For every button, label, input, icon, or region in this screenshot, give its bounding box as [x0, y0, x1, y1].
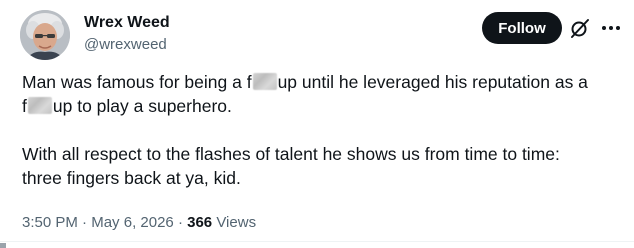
tweet-text: Man was famous for being a f up until he …	[22, 70, 622, 190]
meta-separator: ·	[173, 214, 188, 231]
follow-button[interactable]: Follow	[482, 12, 562, 44]
tweet-line: Man was famous for being a f up until he …	[22, 70, 622, 94]
author-name[interactable]: Wrex Weed	[84, 14, 170, 32]
divider	[0, 241, 634, 242]
tweet-line: three fingers back at ya, kid.	[22, 168, 241, 188]
views-label: Views	[212, 214, 257, 231]
tweet-text-segment: f	[22, 96, 27, 116]
tweet-card: Wrex Weed @wrexweed Follow Man was famou…	[0, 0, 634, 248]
tweet-line: With all respect to the flashes of talen…	[22, 144, 560, 164]
censored-word-blur	[27, 97, 52, 114]
tweet-text-segment: Man was famous for being a f	[22, 72, 252, 92]
more-dots-icon[interactable]	[600, 18, 622, 38]
tweet-date[interactable]: May 6, 2026	[91, 214, 174, 231]
avatar[interactable]	[20, 10, 70, 60]
meta-separator: ·	[77, 214, 92, 231]
tweet-text-segment: up to play a superhero.	[52, 96, 232, 116]
author-handle[interactable]: @wrexweed	[84, 36, 167, 53]
views-count: 366	[187, 214, 213, 231]
tweet-metadata: 3:50 PM · May 6, 2026 · 366 Views	[22, 214, 256, 231]
corner-mark	[0, 243, 6, 248]
avatar-photo	[20, 10, 70, 60]
tweet-time[interactable]: 3:50 PM	[22, 214, 78, 231]
grok-slash-circle-icon[interactable]	[568, 16, 592, 40]
tweet-line: f up to play a superhero.	[22, 94, 622, 118]
censored-word-blur	[252, 73, 277, 90]
tweet-text-segment: up until he leveraged his reputation as …	[277, 72, 588, 92]
